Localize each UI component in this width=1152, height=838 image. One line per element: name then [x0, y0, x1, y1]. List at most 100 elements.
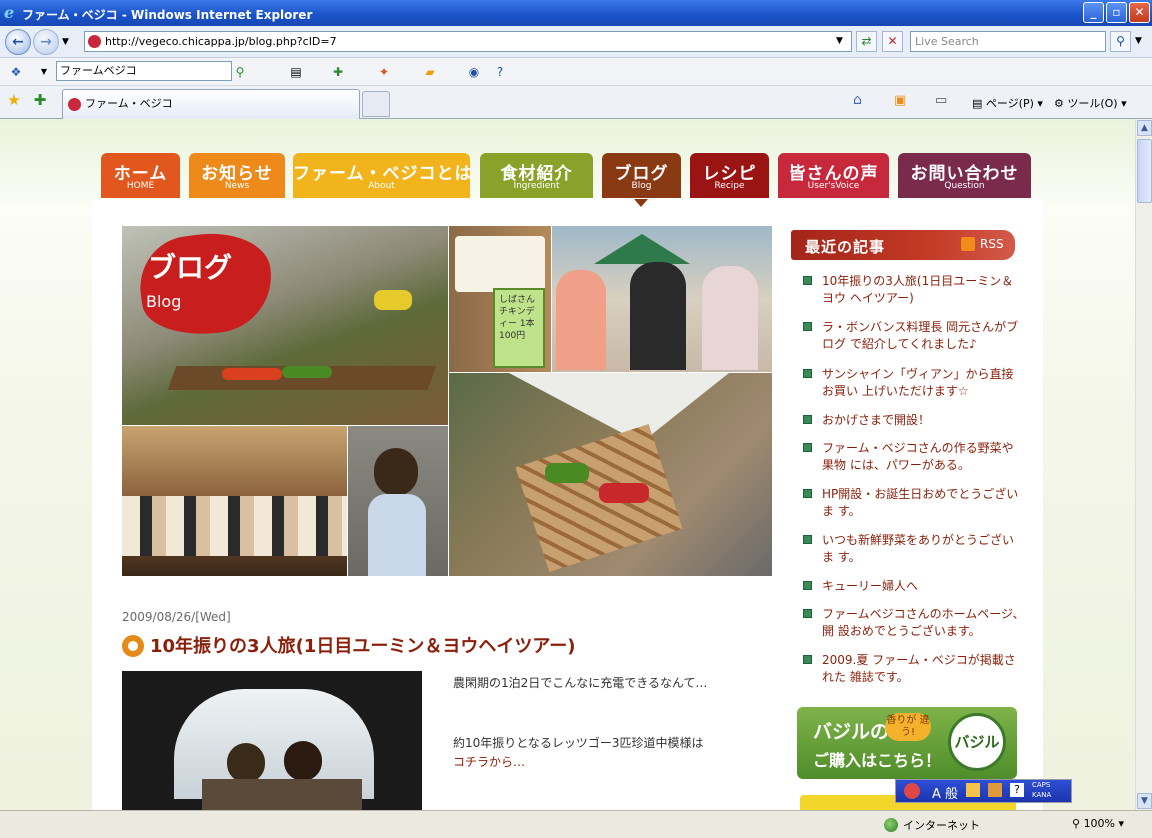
vertical-scrollbar[interactable]: ▲ ▼: [1135, 119, 1152, 810]
scroll-thumb[interactable]: [1137, 139, 1152, 203]
tab-vegeco[interactable]: ファーム・ベジコ: [62, 89, 360, 119]
nav-blog[interactable]: ブログ Blog: [602, 153, 681, 199]
rss-link[interactable]: RSS: [980, 237, 1004, 251]
bookmark-icon[interactable]: ✦: [376, 64, 392, 80]
recent-post-item[interactable]: 2009.夏 ファーム・ベジコが掲載された 雑誌です。: [803, 652, 1025, 686]
print-icon[interactable]: ▭: [935, 93, 947, 108]
nav-voice[interactable]: 皆さんの声 User'sVoice: [778, 153, 889, 199]
basil-purchase-banner[interactable]: バジルの 香りが 違う! ご購入はこちら！ バジル: [797, 707, 1017, 779]
zone-indicator: インターネット: [884, 817, 980, 833]
minimize-button[interactable]: _: [1083, 2, 1104, 23]
person-1: [227, 743, 265, 783]
person-2: [284, 741, 322, 781]
recent-post-item[interactable]: おかげさまで開設！: [803, 412, 1025, 429]
favorites-star-icon[interactable]: ★: [6, 92, 22, 108]
recent-post-item[interactable]: 10年振りの3人旅(1日目ユーミン＆ヨウ ヘイツアー): [803, 273, 1025, 307]
nav-home[interactable]: ホーム HOME: [101, 153, 180, 199]
search-icon[interactable]: ⚲: [1110, 31, 1131, 52]
tools-menu-label: ツール(O): [1067, 97, 1118, 110]
ime-dict-icon[interactable]: [988, 783, 1002, 797]
close-button[interactable]: ✕: [1129, 2, 1150, 23]
green-produce: [545, 463, 589, 483]
recent-post-link[interactable]: キューリー婦人へ: [822, 578, 1025, 595]
stop-button[interactable]: ✕: [882, 31, 903, 52]
recent-post-link[interactable]: 2009.夏 ファーム・ベジコが掲載された 雑誌です。: [822, 652, 1025, 686]
nav-question[interactable]: お問い合わせ Question: [898, 153, 1031, 199]
help-icon[interactable]: ?: [492, 64, 508, 80]
nav-ingredient[interactable]: 食材紹介 Ingredient: [480, 153, 593, 199]
recent-post-link[interactable]: 10年振りの3人旅(1日目ユーミン＆ヨウ ヘイツアー): [822, 273, 1025, 307]
zoom-control[interactable]: ⚲ 100% ▾: [1072, 817, 1124, 830]
add-favorite-icon[interactable]: ✚: [32, 92, 48, 108]
ime-icon[interactable]: [904, 783, 920, 799]
nav-recipe[interactable]: レシピ Recipe: [690, 153, 769, 199]
refresh-button[interactable]: ⇄: [856, 31, 877, 52]
new-tab-button[interactable]: [362, 91, 390, 117]
title-bar: e ファーム・ベジコ - Windows Internet Explorer _…: [0, 0, 1152, 26]
recent-post-link[interactable]: ラ・ボンバンス料理長 岡元さんがブログ で紹介してくれました♪: [822, 319, 1025, 353]
rss-icon[interactable]: [961, 237, 975, 251]
recent-post-link[interactable]: HP開設・お誕生日おめでとうございま す。: [822, 486, 1025, 520]
post-bullet-icon: [122, 635, 144, 657]
highlight-icon[interactable]: ▰: [422, 64, 438, 80]
tab-label: ファーム・ベジコ: [85, 97, 173, 110]
live-search-input[interactable]: Live Search: [910, 31, 1106, 52]
google-toolbar: ❖ ▼ ファームベジコ ⚲ ▤ ✚ ✦ ▰ ◉ ?: [0, 58, 1152, 86]
ime-mode[interactable]: A 般: [932, 783, 958, 802]
recent-post-link[interactable]: ファーム・ベジコさんの作る野菜や果物 には、パワーがある。: [822, 440, 1025, 474]
hero-photo-produce-crates: [449, 373, 772, 576]
banner-line-1: バジルの: [813, 721, 890, 743]
translate-icon[interactable]: ◉: [466, 64, 482, 80]
toolbar-menu-icon[interactable]: ▼: [36, 64, 52, 80]
address-url-text: http://vegeco.chicappa.jp/blog.php?cID=7: [105, 35, 337, 48]
ime-pad-icon[interactable]: [966, 783, 980, 797]
toolbar-search-icon[interactable]: ⚲: [232, 64, 248, 80]
back-button[interactable]: ←: [5, 29, 31, 55]
recent-post-item[interactable]: キューリー婦人へ: [803, 578, 1025, 595]
maximize-button[interactable]: ▫: [1106, 2, 1127, 23]
forward-button[interactable]: →: [33, 29, 59, 55]
history-dropdown-icon[interactable]: ▼: [62, 37, 69, 47]
ime-language-bar[interactable]: A 般 ? CAPS KANA: [895, 779, 1072, 803]
toolbar-search-input[interactable]: ファームベジコ: [56, 61, 232, 81]
child-head: [374, 448, 418, 496]
bullet-icon: [803, 415, 812, 424]
recent-post-item[interactable]: いつも新鮮野菜をありがとうございま す。: [803, 532, 1025, 566]
nav-news[interactable]: お知らせ News: [189, 153, 285, 199]
nav-ingredient-en: Ingredient: [513, 181, 560, 191]
nav-voice-en: User'sVoice: [807, 181, 860, 191]
recent-post-link[interactable]: いつも新鮮野菜をありがとうございま す。: [822, 532, 1025, 566]
feeds-icon[interactable]: ▣: [894, 93, 906, 108]
ime-help-icon[interactable]: ?: [1010, 783, 1024, 797]
add-icon[interactable]: ✚: [330, 64, 346, 80]
zoom-level: 100%: [1083, 817, 1116, 830]
recent-post-item[interactable]: ファームベジコさんのホームページ、開 設おめでとうございます。: [803, 606, 1025, 640]
home-icon[interactable]: ⌂: [853, 92, 862, 108]
recent-post-item[interactable]: サンシャイン「ヴィアン」から直接お買い 上げいただけます☆: [803, 366, 1025, 400]
recent-post-item[interactable]: ファーム・ベジコさんの作る野菜や果物 には、パワーがある。: [803, 440, 1025, 474]
post-excerpt-1: 農閑期の1泊2日でこんなに充電できるなんて…: [453, 676, 708, 690]
address-dropdown-icon[interactable]: ▼: [836, 36, 843, 46]
tomatoes: [222, 368, 282, 380]
recent-post-item[interactable]: HP開設・お誕生日おめでとうございま す。: [803, 486, 1025, 520]
post-read-more-link[interactable]: コチラから…: [453, 753, 525, 770]
bullet-icon: [803, 581, 812, 590]
greens: [282, 366, 332, 378]
diners: [122, 496, 347, 556]
nav-about[interactable]: ファーム・ベジコとは About: [293, 153, 472, 199]
nav-question-en: Question: [944, 181, 985, 191]
address-input[interactable]: http://vegeco.chicappa.jp/blog.php?cID=7: [84, 31, 852, 52]
bullet-icon: [803, 322, 812, 331]
recent-post-link[interactable]: ファームベジコさんのホームページ、開 設おめでとうございます。: [822, 606, 1025, 640]
recent-post-item[interactable]: ラ・ボンバンス料理長 岡元さんがブログ で紹介してくれました♪: [803, 319, 1025, 353]
page-info-icon[interactable]: ▤: [288, 64, 304, 80]
page-menu[interactable]: ▤ ページ(P) ▾: [972, 95, 1043, 111]
scroll-up-button[interactable]: ▲: [1137, 120, 1152, 136]
search-options-icon[interactable]: ▼: [1135, 36, 1142, 46]
recent-post-link[interactable]: サンシャイン「ヴィアン」から直接お買い 上げいただけます☆: [822, 366, 1025, 400]
scroll-down-button[interactable]: ▼: [1137, 793, 1152, 809]
post-title-text[interactable]: 10年振りの3人旅(1日目ユーミン＆ヨウヘイツアー): [150, 632, 575, 658]
recent-post-link[interactable]: おかげさまで開設！: [822, 412, 1025, 429]
tools-menu[interactable]: ⚙ ツール(O) ▾: [1054, 95, 1127, 111]
windows-logo-icon[interactable]: ❖: [8, 64, 24, 80]
